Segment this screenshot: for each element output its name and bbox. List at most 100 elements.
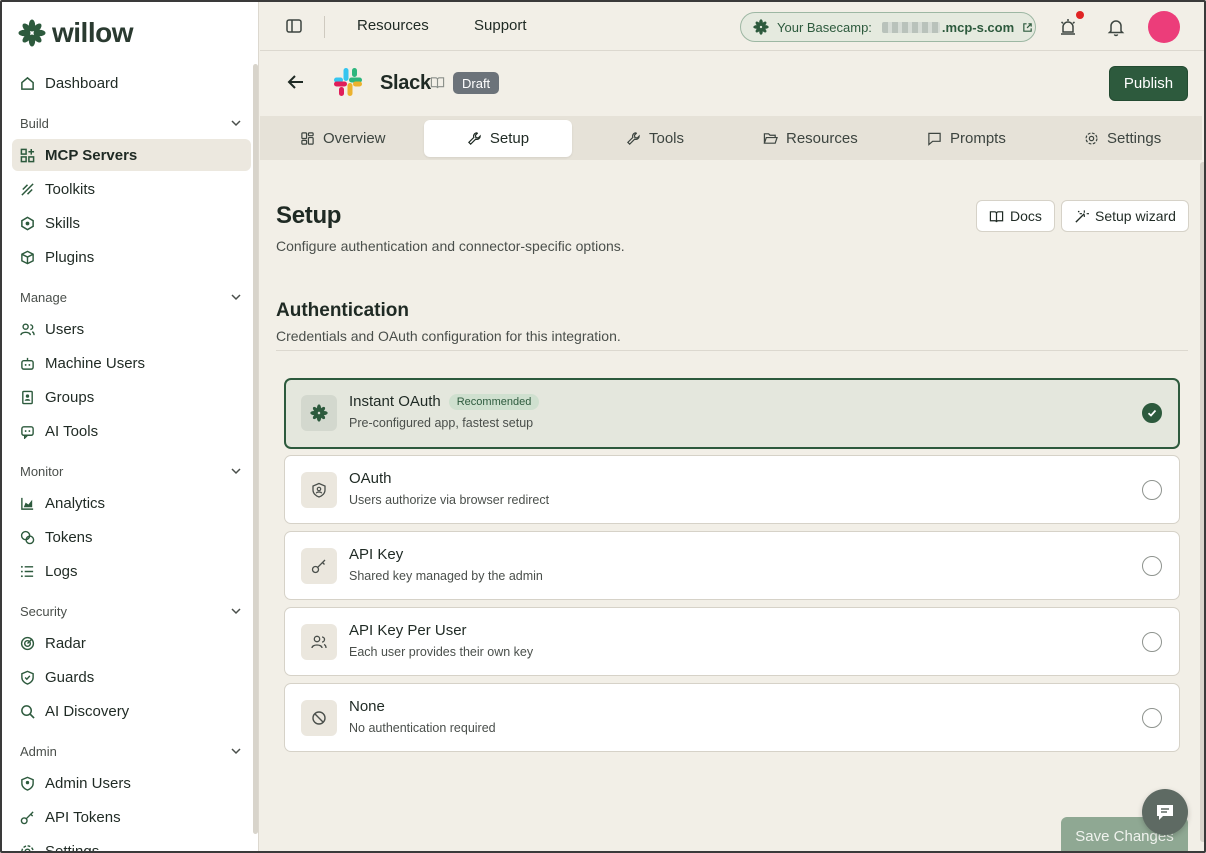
hexagon-icon	[20, 216, 35, 231]
layout-grid-icon	[301, 132, 314, 145]
resources-link[interactable]: Resources	[357, 17, 429, 34]
sidebar-item-plugins[interactable]: Plugins	[12, 241, 251, 273]
sidebar-item-label: Toolkits	[45, 180, 96, 198]
book-open-icon[interactable]	[430, 75, 445, 90]
shield-check-icon	[20, 670, 35, 685]
tab-label: Tools	[649, 130, 685, 147]
auth-option-title: None	[349, 698, 385, 715]
auth-option-instant-oauth[interactable]: Instant OAuth Recommended Pre-configured…	[284, 378, 1180, 449]
tab-label: Overview	[323, 130, 386, 147]
sidebar-item-radar[interactable]: Radar	[12, 627, 251, 659]
brand-name: willow	[52, 17, 134, 48]
tab-overview[interactable]: Overview	[300, 120, 386, 157]
main-scrollbar[interactable]	[1200, 162, 1204, 842]
auth-option-api-key-per-user[interactable]: API Key Per User Each user provides thei…	[284, 607, 1180, 676]
home-icon	[20, 76, 35, 91]
auth-option-oauth[interactable]: OAuth Users authorize via browser redire…	[284, 455, 1180, 524]
tab-tools[interactable]: Tools	[626, 120, 684, 157]
notifications-button[interactable]	[1106, 17, 1126, 37]
auth-option-desc: Shared key managed by the admin	[349, 569, 543, 583]
sidebar-item-label: Settings	[45, 842, 100, 853]
status-badge: Draft	[453, 72, 500, 94]
radio-unselected[interactable]	[1142, 556, 1162, 576]
sidebar-item-analytics[interactable]: Analytics	[12, 487, 251, 519]
sidebar-item-ai-tools[interactable]: AI Tools	[12, 415, 251, 447]
sidebar-item-logs[interactable]: Logs	[12, 555, 251, 587]
alarm-button[interactable]	[1058, 17, 1078, 37]
app-window: willow Dashboard Build MCP Servers Toolk…	[0, 0, 1206, 853]
nav-section-label: Admin	[20, 743, 57, 759]
willow-asterisk-icon	[301, 395, 337, 431]
tab-setup[interactable]: Setup	[424, 120, 572, 157]
docs-button[interactable]: Docs	[976, 200, 1055, 232]
sidebar-item-machine-users[interactable]: Machine Users	[12, 347, 251, 379]
willow-logo[interactable]: willow	[18, 16, 134, 50]
radio-unselected[interactable]	[1142, 632, 1162, 652]
tab-resources[interactable]: Resources	[763, 120, 858, 157]
basecamp-label: Your Basecamp:	[777, 19, 872, 35]
radio-unselected[interactable]	[1142, 480, 1162, 500]
book-open-icon	[989, 210, 1004, 222]
nav-section-manage[interactable]: Manage	[20, 287, 242, 307]
nav-section-admin[interactable]: Admin	[20, 741, 242, 761]
panel-left-icon	[286, 19, 302, 33]
willow-asterisk-icon	[753, 19, 769, 35]
sidebar-scrollbar[interactable]	[253, 64, 258, 834]
auth-option-title: API Key	[349, 546, 404, 563]
auth-option-api-key[interactable]: API Key Shared key managed by the admin	[284, 531, 1180, 600]
sidebar-item-label: Radar	[45, 634, 86, 652]
avatar[interactable]	[1148, 11, 1180, 43]
sidebar-item-dashboard[interactable]: Dashboard	[12, 67, 251, 99]
auth-option-title: API Key Per User	[349, 622, 467, 639]
sidebar-item-users[interactable]: Users	[12, 313, 251, 345]
sidebar-item-skills[interactable]: Skills	[12, 207, 251, 239]
willow-asterisk-icon	[18, 19, 46, 47]
chat-icon	[1157, 805, 1173, 820]
sidebar-item-toolkits[interactable]: Toolkits	[12, 173, 251, 205]
back-button[interactable]	[286, 72, 306, 92]
slack-logo	[332, 66, 364, 98]
magic-wand-icon	[1075, 209, 1089, 223]
sidebar-item-mcp-servers[interactable]: MCP Servers	[12, 139, 251, 171]
sidebar-item-label: Guards	[45, 668, 95, 686]
sidebar-item-api-tokens[interactable]: API Tokens	[12, 801, 251, 833]
sidebar-item-ai-discovery[interactable]: AI Discovery	[12, 695, 251, 727]
tab-prompts[interactable]: Prompts	[927, 120, 1006, 157]
sidebar-item-settings[interactable]: Settings	[12, 835, 251, 853]
chevron-down-icon	[231, 468, 241, 475]
sidebar-item-tokens[interactable]: Tokens	[12, 521, 251, 553]
list-icon	[20, 564, 35, 579]
sidebar-item-label: MCP Servers	[45, 146, 138, 164]
auth-option-title-text: Instant OAuth	[349, 393, 441, 410]
shield-user-icon	[20, 776, 35, 791]
sidebar-toggle-button[interactable]	[284, 16, 304, 36]
authentication-subtitle: Credentials and OAuth configuration for …	[276, 328, 621, 344]
robot-icon	[20, 356, 35, 371]
sidebar-item-label: Skills	[45, 214, 81, 232]
setup-wizard-button[interactable]: Setup wizard	[1061, 200, 1189, 232]
auth-option-none[interactable]: None No authentication required	[284, 683, 1180, 752]
sidebar-item-label: Analytics	[45, 494, 106, 512]
nav-section-security[interactable]: Security	[20, 601, 242, 621]
tab-bar: Overview Setup Tools Resources Prompts S…	[260, 116, 1202, 160]
users-icon	[20, 322, 35, 337]
search-icon	[20, 704, 35, 719]
chevron-down-icon	[231, 120, 241, 127]
nav-section-monitor[interactable]: Monitor	[20, 461, 242, 481]
tab-settings[interactable]: Settings	[1084, 120, 1161, 157]
nav-section-label: Build	[20, 115, 49, 131]
basecamp-link[interactable]: Your Basecamp: .mcp-s.com	[740, 12, 1036, 42]
sidebar-item-label: Users	[45, 320, 85, 338]
siren-icon	[1061, 19, 1075, 35]
sidebar-item-guards[interactable]: Guards	[12, 661, 251, 693]
radio-selected[interactable]	[1142, 403, 1162, 423]
radio-unselected[interactable]	[1142, 708, 1162, 728]
publish-button[interactable]: Publish	[1109, 66, 1188, 101]
contacts-book-icon	[20, 390, 35, 405]
nav-section-build[interactable]: Build	[20, 113, 242, 133]
chat-support-button[interactable]	[1142, 789, 1188, 835]
sidebar-item-groups[interactable]: Groups	[12, 381, 251, 413]
support-link[interactable]: Support	[474, 17, 527, 34]
sidebar-item-admin-users[interactable]: Admin Users	[12, 767, 251, 799]
key-icon	[20, 810, 35, 825]
